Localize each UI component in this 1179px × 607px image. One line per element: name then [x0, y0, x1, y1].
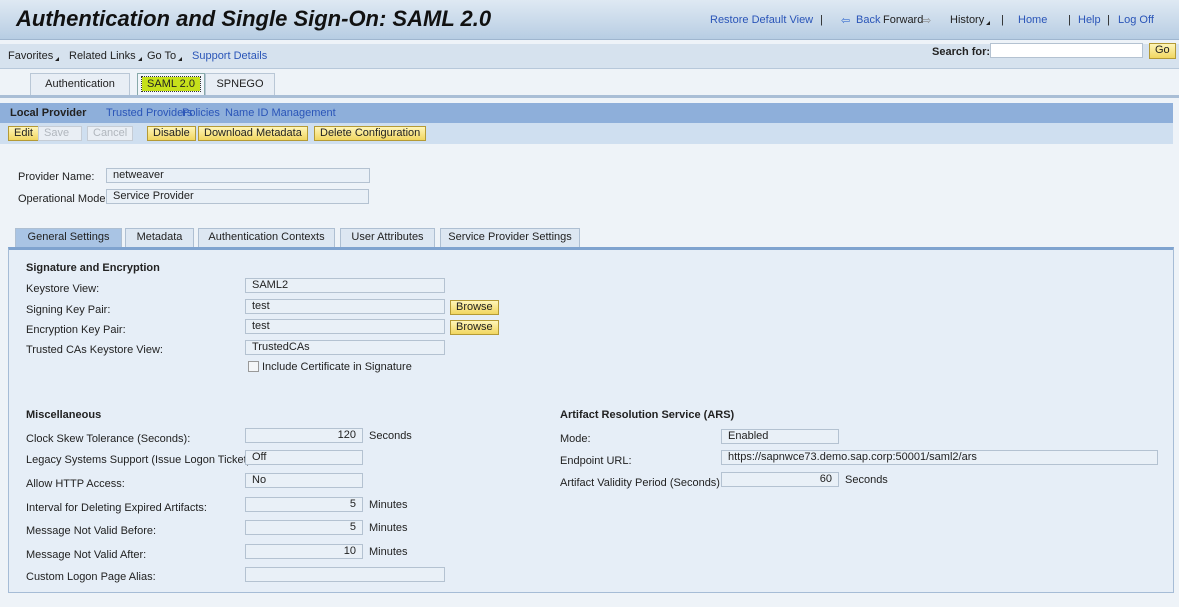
home-link[interactable]: Home	[1018, 14, 1047, 26]
artifact-validity-label: Artifact Validity Period (Seconds):	[560, 477, 724, 489]
tab-user-attributes[interactable]: User Attributes	[340, 228, 435, 247]
artifact-validity-field[interactable]: 60	[721, 472, 839, 487]
disable-button[interactable]: Disable	[147, 126, 196, 141]
signature-heading: Signature and Encryption	[26, 262, 160, 274]
favorites-menu[interactable]: Favorites	[8, 50, 59, 62]
minutes-unit: Minutes	[369, 546, 408, 558]
provider-name-field[interactable]: netweaver	[106, 168, 370, 183]
save-button[interactable]: Save	[38, 126, 82, 141]
download-metadata-button[interactable]: Download Metadata	[198, 126, 308, 141]
header-bar: Authentication and Single Sign-On: SAML …	[0, 0, 1179, 40]
back-arrow-icon[interactable]: ⇦	[841, 14, 850, 27]
restore-default-view-link[interactable]: Restore Default View	[710, 14, 813, 26]
search-label: Search for:	[932, 46, 991, 58]
tab-authentication-contexts[interactable]: Authentication Contexts	[198, 228, 335, 247]
tab-saml-label: SAML 2.0	[141, 76, 201, 92]
signing-key-pair-field[interactable]: test	[245, 299, 445, 314]
custom-logon-alias-label: Custom Logon Page Alias:	[26, 571, 156, 583]
tab-service-provider-settings[interactable]: Service Provider Settings	[440, 228, 580, 247]
clock-skew-label: Clock Skew Tolerance (Seconds):	[26, 433, 191, 445]
allow-http-field[interactable]: No	[245, 473, 363, 488]
go-to-menu[interactable]: Go To	[147, 50, 182, 62]
interval-field[interactable]: 5	[245, 497, 363, 512]
go-button[interactable]: Go	[1149, 43, 1176, 59]
minutes-unit: Minutes	[369, 499, 408, 511]
ars-heading: Artifact Resolution Service (ARS)	[560, 409, 735, 421]
action-toolbar: Edit Save Cancel Disable Download Metada…	[0, 123, 1173, 144]
include-certificate-checkbox[interactable]	[248, 361, 259, 372]
include-certificate-label: Include Certificate in Signature	[262, 361, 412, 373]
search-input[interactable]	[990, 43, 1143, 58]
separator: |	[1068, 14, 1071, 26]
keystore-view-label: Keystore View:	[26, 283, 100, 295]
trusted-cas-field[interactable]: TrustedCAs	[245, 340, 445, 355]
encryption-key-pair-label: Encryption Key Pair:	[26, 324, 126, 336]
seconds-unit: Seconds	[845, 474, 888, 486]
forward-link[interactable]: Forward	[883, 14, 923, 26]
endpoint-url-field[interactable]: https://sapnwce73.demo.sap.corp:50001/sa…	[721, 450, 1158, 465]
miscellaneous-heading: Miscellaneous	[26, 409, 102, 421]
not-valid-before-label: Message Not Valid Before:	[26, 525, 157, 537]
separator: |	[1001, 14, 1004, 26]
tab-saml-2-0[interactable]: SAML 2.0	[137, 73, 205, 95]
separator: |	[820, 14, 823, 26]
legacy-support-field[interactable]: Off	[245, 450, 363, 465]
provider-name-label: Provider Name:	[18, 171, 95, 183]
ars-mode-field[interactable]: Enabled	[721, 429, 839, 444]
operational-mode-field[interactable]: Service Provider	[106, 189, 369, 204]
not-valid-after-label: Message Not Valid After:	[26, 549, 147, 561]
divider	[0, 95, 1179, 98]
back-link[interactable]: Back	[856, 14, 880, 26]
legacy-support-label: Legacy Systems Support (Issue Logon Tick…	[26, 454, 254, 466]
toolbar: Favorites Related Links Go To Support De…	[0, 43, 1179, 69]
not-valid-after-field[interactable]: 10	[245, 544, 363, 559]
subnav-name-id-management[interactable]: Name ID Management	[225, 107, 336, 119]
seconds-unit: Seconds	[369, 430, 412, 442]
encryption-key-pair-field[interactable]: test	[245, 319, 445, 334]
history-menu[interactable]: History	[950, 14, 990, 26]
interval-label: Interval for Deleting Expired Artifacts:	[26, 502, 207, 514]
tab-authentication[interactable]: Authentication	[30, 73, 130, 95]
endpoint-url-label: Endpoint URL:	[560, 455, 632, 467]
edit-button[interactable]: Edit	[8, 126, 39, 141]
help-link[interactable]: Help	[1078, 14, 1101, 26]
tab-metadata[interactable]: Metadata	[125, 228, 194, 247]
signing-browse-button[interactable]: Browse	[450, 300, 499, 315]
tab-general-settings[interactable]: General Settings	[15, 228, 122, 247]
separator: |	[1107, 14, 1110, 26]
ars-mode-label: Mode:	[560, 433, 591, 445]
forward-arrow-icon[interactable]: ⇨	[922, 14, 931, 27]
support-details-link[interactable]: Support Details	[192, 50, 267, 62]
keystore-view-field[interactable]: SAML2	[245, 278, 445, 293]
operational-mode-label: Operational Mode:	[18, 193, 109, 205]
trusted-cas-label: Trusted CAs Keystore View:	[26, 344, 163, 356]
delete-configuration-button[interactable]: Delete Configuration	[314, 126, 427, 141]
allow-http-label: Allow HTTP Access:	[26, 478, 125, 490]
signing-key-pair-label: Signing Key Pair:	[26, 304, 111, 316]
minutes-unit: Minutes	[369, 522, 408, 534]
subnav-local-provider[interactable]: Local Provider	[10, 107, 86, 119]
sub-navigation: Local Provider Trusted Providers Policie…	[0, 103, 1173, 123]
clock-skew-field[interactable]: 120	[245, 428, 363, 443]
page-title: Authentication and Single Sign-On: SAML …	[16, 6, 492, 31]
cancel-button[interactable]: Cancel	[87, 126, 134, 141]
subnav-trusted-providers[interactable]: Trusted Providers	[106, 107, 192, 119]
not-valid-before-field[interactable]: 5	[245, 520, 363, 535]
related-links-menu[interactable]: Related Links	[69, 50, 142, 62]
log-off-link[interactable]: Log Off	[1118, 14, 1154, 26]
subnav-policies[interactable]: Policies	[182, 107, 220, 119]
custom-logon-alias-field[interactable]	[245, 567, 445, 582]
tab-spnego[interactable]: SPNEGO	[205, 73, 275, 95]
encryption-browse-button[interactable]: Browse	[450, 320, 499, 335]
